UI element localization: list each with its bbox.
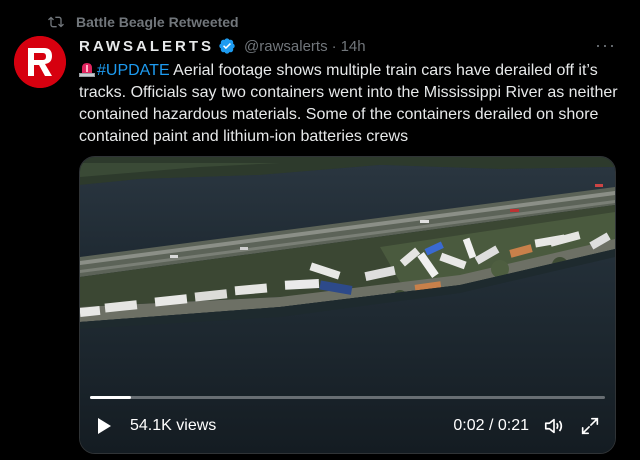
video-controls: 54.1K views 0:02 / 0:21 — [80, 399, 615, 453]
separator-dot: · — [331, 37, 337, 55]
verified-badge-icon — [219, 38, 235, 54]
view-count: 54.1K views — [130, 417, 217, 434]
volume-icon[interactable] — [543, 415, 565, 437]
hashtag-link[interactable]: #UPDATE — [97, 62, 170, 79]
more-options-button[interactable]: ··· — [595, 36, 616, 54]
handle[interactable]: @rawsalerts — [244, 38, 328, 55]
video-time: 0:02 / 0:21 — [453, 417, 529, 434]
timestamp[interactable]: 14h — [341, 38, 366, 55]
tweet-text: #UPDATE Aerial footage shows multiple tr… — [79, 60, 624, 148]
play-icon[interactable] — [94, 416, 114, 436]
display-name[interactable]: RAWSALERTS — [79, 38, 214, 55]
tweet-header: RAWSALERTS @rawsalerts · 14h — [79, 36, 366, 56]
retweet-label[interactable]: Battle Beagle Retweeted — [76, 14, 239, 30]
fullscreen-icon[interactable] — [579, 415, 601, 437]
avatar[interactable] — [14, 36, 66, 88]
retweet-context[interactable]: Battle Beagle Retweeted — [48, 12, 239, 32]
retweet-icon — [48, 16, 64, 28]
rotating-light-icon — [79, 63, 95, 77]
rawsalerts-logo — [14, 36, 66, 88]
video-player[interactable]: 54.1K views 0:02 / 0:21 — [79, 156, 616, 454]
